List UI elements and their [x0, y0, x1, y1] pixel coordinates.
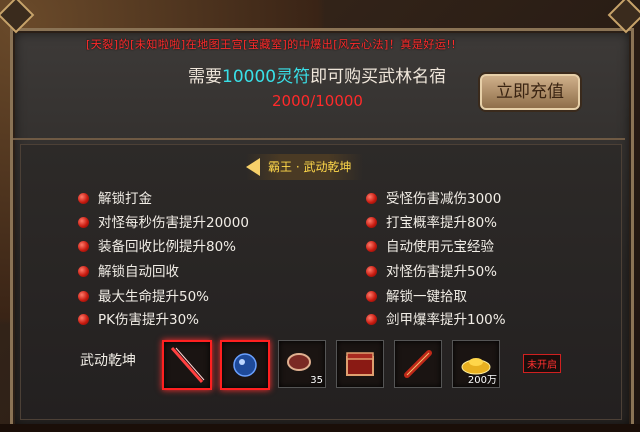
purchase-prefix: 需要: [188, 67, 222, 87]
item-count: 35: [310, 375, 323, 386]
attribute-item: 剑甲爆率提升100%: [366, 308, 506, 328]
attribute-item: PK伤害提升30%: [78, 308, 199, 328]
sword-icon: [170, 347, 205, 383]
attribute-item: 对怪每秒伤害提升20000: [78, 211, 249, 231]
divider: [13, 138, 625, 140]
bullet-icon: [78, 314, 89, 325]
attribute-item: 解锁一键拾取: [366, 285, 467, 305]
reward-slot[interactable]: [162, 340, 212, 390]
reward-slot[interactable]: 35: [278, 340, 326, 388]
attribute-item: 受怪伤害减伤3000: [366, 187, 501, 207]
tab-tier[interactable]: 霸王 · 武动乾坤: [246, 154, 364, 180]
attribute-item: 解锁打金: [78, 187, 152, 207]
bullet-icon: [78, 266, 89, 277]
announcement-text: [天裂]的[未知啦啦]在地图王宫[宝藏室]的中爆出[风云心法]！真是好运!!: [86, 38, 457, 51]
bottom-edge: [0, 424, 640, 432]
arrow-left-icon: [246, 158, 260, 176]
attribute-item: 解锁自动回收: [78, 260, 179, 280]
reward-slot[interactable]: 200万: [452, 340, 500, 388]
bullet-icon: [78, 193, 89, 204]
reward-label: 武动乾坤: [80, 353, 136, 369]
bullet-icon: [366, 314, 377, 325]
tab-label: 霸王 · 武动乾坤: [268, 160, 352, 174]
bullet-icon: [366, 266, 377, 277]
attribute-item: 自动使用元宝经验: [366, 235, 494, 255]
bullet-icon: [366, 241, 377, 252]
bullet-icon: [78, 241, 89, 252]
reward-slot[interactable]: [394, 340, 442, 388]
purchase-progress: 2000/10000: [272, 92, 363, 110]
purchase-requirement: 需要10000灵符即可购买武林名宿: [188, 62, 446, 87]
orb-icon: [233, 353, 257, 377]
bullet-icon: [78, 217, 89, 228]
bullet-icon: [366, 291, 377, 302]
attribute-item: 装备回收比例提升80%: [78, 235, 236, 255]
reward-slot[interactable]: [336, 340, 384, 388]
status-badge: 未开启: [523, 354, 561, 373]
attribute-item: 对怪伤害提升50%: [366, 260, 497, 280]
purchase-suffix: 即可购买武林名宿: [310, 67, 447, 87]
scroll-icon: [404, 350, 432, 378]
bullet-icon: [366, 217, 377, 228]
recharge-button[interactable]: 立即充值: [480, 74, 580, 110]
reward-slot[interactable]: [220, 340, 270, 390]
attribute-item: 最大生命提升50%: [78, 285, 209, 305]
chest-icon: [346, 352, 374, 376]
bullet-icon: [78, 291, 89, 302]
item-count: 200万: [467, 375, 497, 386]
attribute-item: 打宝概率提升80%: [366, 211, 497, 231]
bullet-icon: [366, 193, 377, 204]
purchase-amount: 10000灵符: [222, 67, 311, 87]
